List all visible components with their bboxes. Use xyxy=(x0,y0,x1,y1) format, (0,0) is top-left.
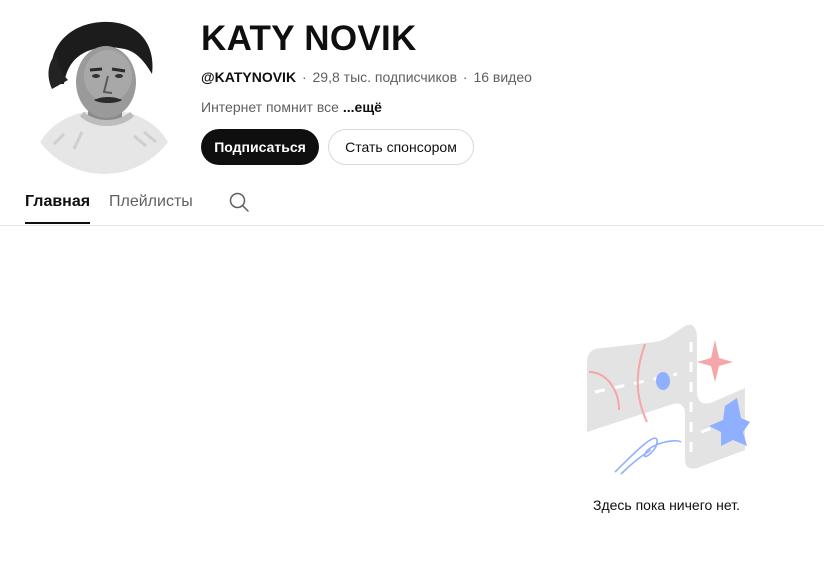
tab-home[interactable]: Главная xyxy=(25,192,91,224)
more-link[interactable]: ...ещё xyxy=(343,99,382,115)
channel-meta: @KATYNOVIK · 29,8 тыс. подписчиков · 16 … xyxy=(201,67,532,87)
subscribe-button[interactable]: Подписаться xyxy=(201,129,319,165)
avatar-portrait-icon xyxy=(24,14,184,174)
subscriber-count: 29,8 тыс. подписчиков xyxy=(312,69,457,85)
meta-separator: · xyxy=(301,69,307,85)
channel-page: KATY NOVIK @KATYNOVIK · 29,8 тыс. подпис… xyxy=(0,0,824,577)
channel-name: KATY NOVIK xyxy=(201,19,417,58)
avatar[interactable] xyxy=(24,14,184,174)
description-text: Интернет помнит все xyxy=(201,99,339,115)
sponsor-button[interactable]: Стать спонсором xyxy=(328,129,474,165)
channel-handle: @KATYNOVIK xyxy=(201,69,297,85)
tab-playlists-label: Плейлисты xyxy=(109,193,193,210)
active-tab-indicator xyxy=(25,222,91,224)
empty-state-message: Здесь пока ничего нет. xyxy=(593,497,740,513)
tab-playlists[interactable]: Плейлисты xyxy=(109,192,193,212)
channel-info: KATY NOVIK @KATYNOVIK · 29,8 тыс. подпис… xyxy=(201,18,532,165)
tab-home-label: Главная xyxy=(25,193,91,210)
video-count: 16 видео xyxy=(473,69,532,85)
channel-actions: Подписаться Стать спонсором xyxy=(201,129,532,165)
channel-tabs: Главная Плейлисты xyxy=(0,182,824,226)
empty-state-illustration-icon xyxy=(585,322,750,477)
meta-separator: · xyxy=(462,69,468,85)
channel-description[interactable]: Интернет помнит все ...ещё xyxy=(201,97,532,117)
search-icon[interactable] xyxy=(227,190,251,214)
